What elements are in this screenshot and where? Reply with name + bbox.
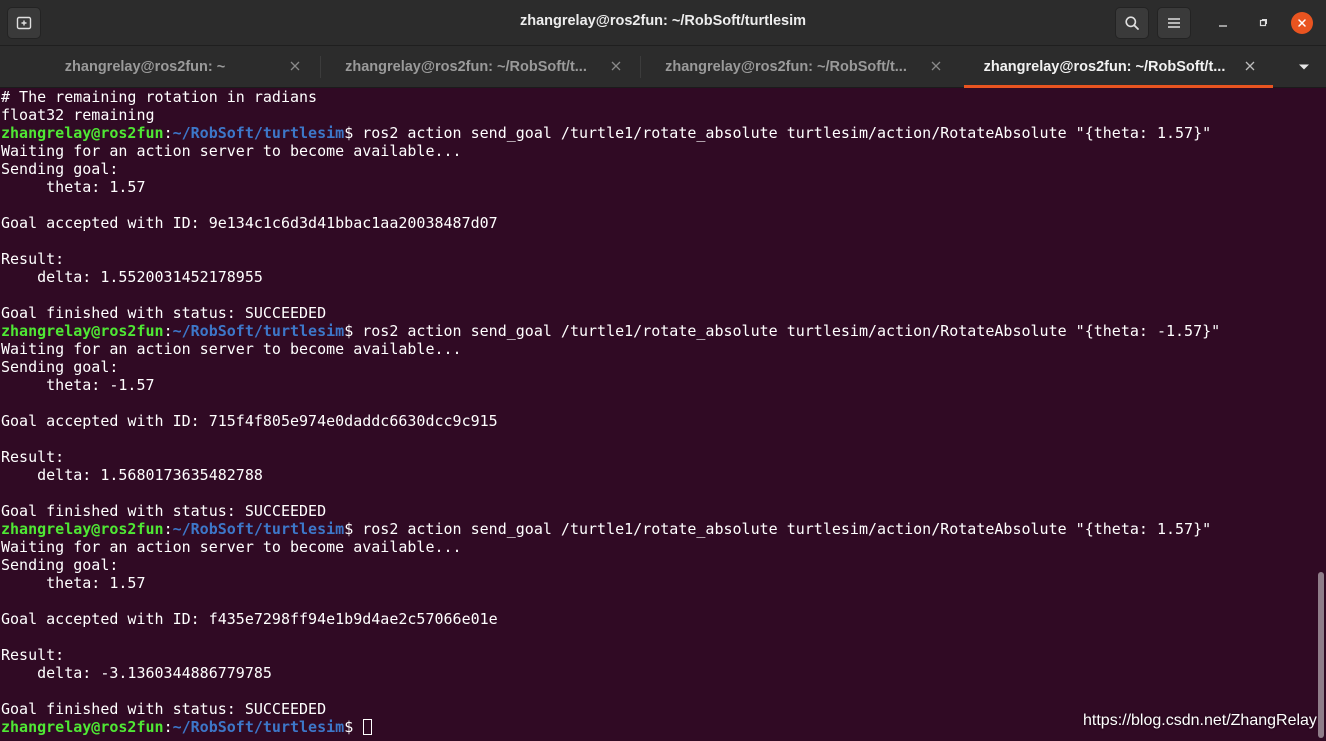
prompt-symbol: $ — [344, 718, 354, 736]
prompt-path: ~/RobSoft/turtlesim — [172, 322, 345, 340]
output-line: Sending goal: — [1, 160, 119, 178]
output-line: theta: 1.57 — [1, 574, 146, 592]
prompt-separator: : — [163, 124, 173, 142]
output-line: theta: 1.57 — [1, 178, 146, 196]
tab-close-icon[interactable] — [1243, 59, 1257, 73]
tab-bar: zhangrelay@ros2fun: ~ zhangrelay@ros2fun… — [0, 46, 1326, 88]
command-text: ros2 action send_goal /turtle1/rotate_ab… — [353, 124, 1212, 142]
tab-close-icon[interactable] — [288, 59, 302, 73]
output-line: Goal finished with status: SUCCEEDED — [1, 502, 327, 520]
hamburger-menu-icon — [1168, 18, 1180, 28]
search-button[interactable] — [1115, 7, 1149, 39]
prompt-symbol: $ — [344, 124, 354, 142]
output-line: Sending goal: — [1, 358, 119, 376]
minimize-button[interactable] — [1212, 12, 1234, 34]
prompt-path: ~/RobSoft/turtlesim — [172, 124, 345, 142]
output-line: Waiting for an action server to become a… — [1, 538, 462, 556]
prompt-separator: : — [163, 322, 173, 340]
output-line: # The remaining rotation in radians — [1, 88, 318, 106]
prompt-user: zhangrelay@ros2fun — [1, 124, 164, 142]
tab-turtlesim-1[interactable]: zhangrelay@ros2fun: ~/RobSoft/t... — [321, 46, 639, 87]
command-text: ros2 action send_goal /turtle1/rotate_ab… — [353, 520, 1212, 538]
prompt-separator: : — [163, 520, 173, 538]
menu-button[interactable] — [1157, 7, 1191, 39]
prompt-separator: : — [163, 718, 173, 736]
command-text: ros2 action send_goal /turtle1/rotate_ab… — [353, 322, 1221, 340]
output-line: Goal accepted with ID: 9e134c1c6d3d41bba… — [1, 214, 498, 232]
prompt-symbol: $ — [344, 520, 354, 538]
tab-label: zhangrelay@ros2fun: ~/RobSoft/t... — [983, 58, 1226, 75]
close-icon — [1298, 19, 1306, 27]
output-line: Sending goal: — [1, 556, 119, 574]
prompt-user: zhangrelay@ros2fun — [1, 718, 164, 736]
prompt-user: zhangrelay@ros2fun — [1, 322, 164, 340]
output-line: theta: -1.57 — [1, 376, 155, 394]
tab-close-icon[interactable] — [609, 59, 623, 73]
tab-list-dropdown[interactable] — [1290, 58, 1318, 76]
output-line: Goal accepted with ID: 715f4f805e974e0da… — [1, 412, 498, 430]
prompt-line: zhangrelay@ros2fun:~/RobSoft/turtlesim$ … — [1, 124, 1316, 142]
scrollbar-thumb[interactable] — [1318, 572, 1324, 738]
prompt-user: zhangrelay@ros2fun — [1, 520, 164, 538]
output-line: Goal accepted with ID: f435e7298ff94e1b9… — [1, 610, 498, 628]
prompt-path: ~/RobSoft/turtlesim — [172, 718, 345, 736]
chevron-down-icon — [1299, 64, 1309, 70]
output-line: float32 remaining — [1, 106, 155, 124]
tab-turtlesim-2[interactable]: zhangrelay@ros2fun: ~/RobSoft/t... — [641, 46, 959, 87]
command-text — [353, 718, 362, 736]
prompt-line: zhangrelay@ros2fun:~/RobSoft/turtlesim$ … — [1, 520, 1316, 538]
scrollbar[interactable] — [1316, 88, 1326, 741]
output-line: Result: — [1, 448, 65, 466]
minimize-icon — [1219, 25, 1227, 27]
output-line: Waiting for an action server to become a… — [1, 142, 462, 160]
prompt-symbol: $ — [344, 322, 354, 340]
output-line: Result: — [1, 250, 65, 268]
search-icon — [1125, 16, 1139, 30]
prompt-line: zhangrelay@ros2fun:~/RobSoft/turtlesim$ … — [1, 322, 1316, 340]
output-line: delta: -3.1360344886779785 — [1, 664, 272, 682]
output-line: delta: 1.5680173635482788 — [1, 466, 263, 484]
output-line: delta: 1.5520031452178955 — [1, 268, 263, 286]
tab-label: zhangrelay@ros2fun: ~ — [64, 58, 226, 75]
tab-home[interactable]: zhangrelay@ros2fun: ~ — [0, 46, 318, 87]
restore-icon — [1259, 19, 1267, 27]
prompt-path: ~/RobSoft/turtlesim — [172, 520, 345, 538]
output-line: Goal finished with status: SUCCEEDED — [1, 304, 327, 322]
tab-label: zhangrelay@ros2fun: ~/RobSoft/t... — [345, 58, 587, 75]
output-line: Waiting for an action server to become a… — [1, 340, 462, 358]
tab-turtlesim-active[interactable]: zhangrelay@ros2fun: ~/RobSoft/t... — [964, 46, 1273, 88]
close-button[interactable] — [1291, 12, 1313, 34]
terminal-window: zhangrelay@ros2fun: ~/RobSoft/turtlesim — [0, 0, 1326, 741]
header-bar: zhangrelay@ros2fun: ~/RobSoft/turtlesim — [0, 0, 1326, 46]
tab-label: zhangrelay@ros2fun: ~/RobSoft/t... — [665, 58, 907, 75]
tab-close-icon[interactable] — [929, 59, 943, 73]
restore-button[interactable] — [1252, 12, 1274, 34]
output-line: Result: — [1, 646, 65, 664]
text-cursor — [363, 719, 373, 735]
terminal-output[interactable]: # The remaining rotation in radians float… — [0, 88, 1316, 741]
watermark-text: https://blog.csdn.net/ZhangRelay — [1083, 712, 1317, 729]
